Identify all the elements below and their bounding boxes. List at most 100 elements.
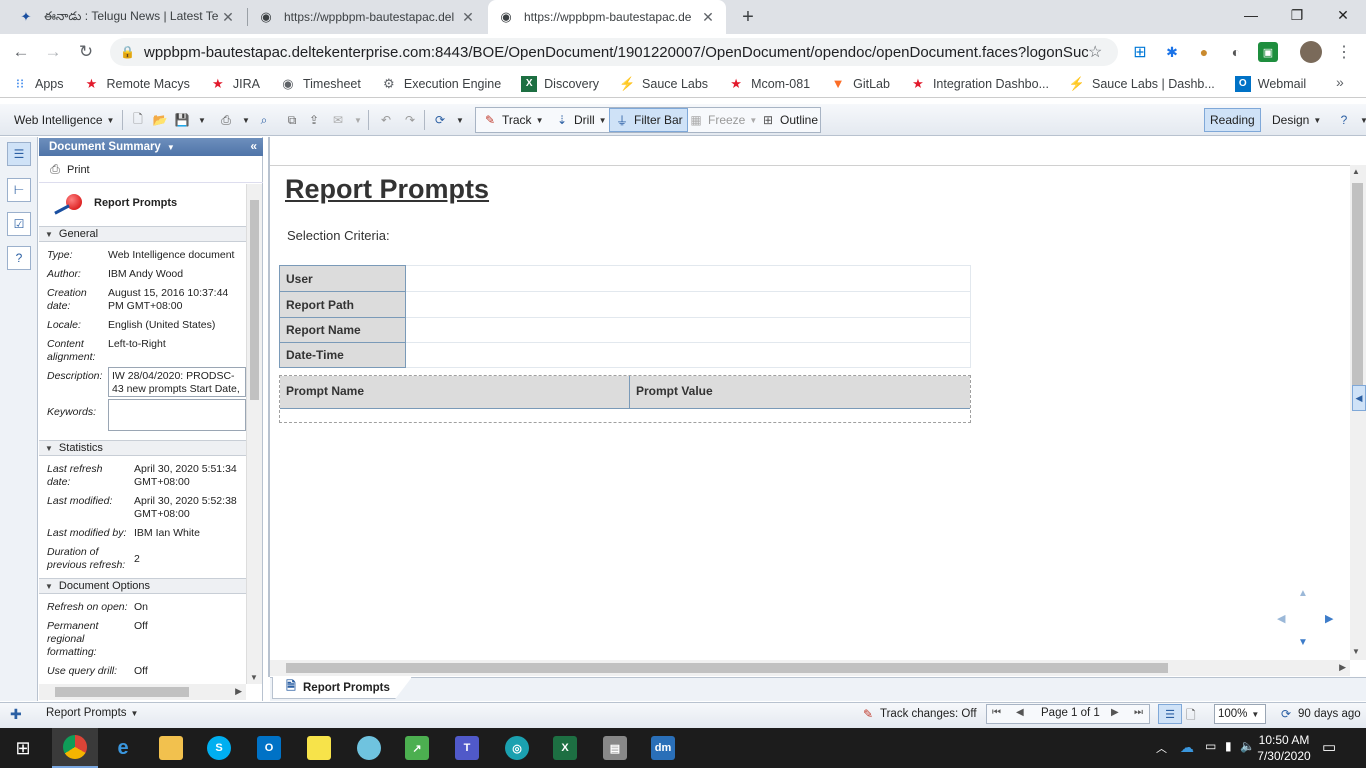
taskbar-excel[interactable]: X	[542, 728, 588, 768]
circle-extension-icon[interactable]: ◐	[1226, 42, 1246, 62]
bookmark-star-icon[interactable]: ☆	[1088, 42, 1118, 62]
extension-icon[interactable]: ✱	[1162, 42, 1182, 62]
design-mode-button[interactable]: Design ▼	[1268, 108, 1325, 132]
bookmark-sauce-labs[interactable]: ⚡ Sauce Labs	[619, 76, 708, 92]
track-button[interactable]: ✎ Track ▼	[478, 108, 547, 132]
restore-button[interactable]: ❐	[1274, 0, 1320, 30]
report-vertical-scrollbar[interactable]: ▲ ▼	[1350, 165, 1366, 660]
taskbar-app-circle[interactable]	[346, 728, 392, 768]
document-options-section-header[interactable]: ▼ Document Options	[39, 578, 246, 594]
onedrive-cloud-icon[interactable]: ☁	[1180, 739, 1194, 756]
scroll-down-arrow-icon[interactable]: ▼	[1352, 647, 1360, 656]
freeze-button[interactable]: ▦ Freeze ▼	[684, 108, 761, 132]
bookmark-timesheet[interactable]: ◉ Timesheet	[280, 76, 361, 92]
browser-tab-active[interactable]: ◉ https://wppbpm-bautestapac.de ✕	[488, 0, 726, 34]
print-summary-button[interactable]: ⎙ Print	[39, 157, 263, 183]
refresh-button[interactable]: ⟳ ▼	[428, 108, 468, 132]
expand-right-panel-icon[interactable]: ◀	[1352, 385, 1366, 411]
taskbar-date[interactable]: 7/30/2020	[1256, 749, 1312, 763]
panel-vertical-scrollbar[interactable]: ▼	[246, 184, 262, 684]
document-summary-icon[interactable]: ☰	[7, 142, 31, 166]
help-icon[interactable]: ?	[7, 246, 31, 270]
minimize-button[interactable]: —	[1228, 0, 1274, 30]
taskbar-sticky-notes[interactable]	[296, 728, 342, 768]
volume-icon[interactable]: 🔈	[1240, 739, 1255, 753]
bookmark-sauce-labs-dashboard[interactable]: ⚡ Sauce Labs | Dashb...	[1069, 76, 1215, 92]
redo-button[interactable]: ↷	[398, 108, 426, 132]
taskbar-outlook[interactable]: O	[246, 728, 292, 768]
report-tab-report-prompts[interactable]: 🗎 Report Prompts	[272, 677, 412, 699]
taskbar-time[interactable]: 10:50 AM	[1256, 733, 1312, 747]
find-button[interactable]: ⌕	[252, 108, 280, 132]
taskbar-app-teal[interactable]: ◎	[494, 728, 540, 768]
statistics-section-header[interactable]: ▼ Statistics	[39, 440, 246, 456]
bookmark-execution-engine[interactable]: ⚙ Execution Engine	[381, 76, 501, 92]
tray-chevron-up-icon[interactable]: ︿	[1156, 740, 1167, 756]
scrollbar-thumb[interactable]	[1352, 183, 1363, 405]
bookmark-remote-macys[interactable]: ★ Remote Macys	[84, 76, 190, 92]
scrollbar-thumb[interactable]	[55, 687, 189, 697]
track-changes-status[interactable]: ✎ Track changes: Off	[860, 706, 977, 722]
close-tab-icon[interactable]: ✕	[700, 9, 716, 26]
email-button[interactable]: ✉ ▼	[326, 108, 366, 132]
keywords-field[interactable]	[108, 399, 246, 431]
zoom-select[interactable]: 100% ▼	[1214, 704, 1266, 724]
panel-header[interactable]: Document Summary ▼ «	[39, 138, 263, 156]
next-page-icon[interactable]: ▶	[1111, 707, 1119, 718]
scroll-up-arrow-icon[interactable]: ▲	[1352, 167, 1360, 176]
puzzle-icon[interactable]: ✚	[10, 706, 22, 723]
quick-display-mode-icon[interactable]: ☰	[1158, 704, 1182, 724]
page-nav-down-icon[interactable]: ▼	[1298, 637, 1308, 648]
taskbar-dm-app[interactable]: dm	[640, 728, 686, 768]
save-button[interactable]: 💾 ▼	[170, 108, 210, 132]
page-nav-left-icon[interactable]: ◀	[1277, 612, 1285, 625]
previous-page-icon[interactable]: ◀	[1016, 707, 1024, 718]
bookmark-jira[interactable]: ★ JIRA	[210, 76, 260, 92]
bookmark-gitlab[interactable]: ▼ GitLab	[830, 76, 890, 92]
page-nav-right-icon[interactable]: ▶	[1325, 612, 1333, 625]
reload-icon[interactable]: ↻	[73, 40, 99, 64]
taskbar-network-app[interactable]: ▤	[592, 728, 638, 768]
menu-kebab-icon[interactable]: ⋮	[1334, 42, 1354, 62]
web-intelligence-menu[interactable]: Web Intelligence ▼	[10, 108, 118, 132]
navigation-map-icon[interactable]: ⊢	[7, 178, 31, 202]
cookie-icon[interactable]: ●	[1194, 42, 1214, 62]
outline-button[interactable]: ⊞ Outline	[756, 108, 822, 132]
taskbar-file-explorer[interactable]	[148, 728, 194, 768]
start-button[interactable]: ⊞	[0, 728, 46, 768]
scroll-right-arrow-icon[interactable]: ▶	[235, 686, 242, 697]
avatar[interactable]	[1300, 41, 1322, 63]
taskbar-chrome[interactable]	[52, 728, 98, 768]
scroll-right-arrow-icon[interactable]: ▶	[1339, 662, 1346, 673]
bookmark-integration-dashboard[interactable]: ★ Integration Dashbo...	[910, 76, 1049, 92]
network-icon[interactable]: ▮	[1225, 739, 1232, 753]
first-page-icon[interactable]: ⏮	[992, 707, 1001, 718]
scroll-down-arrow-icon[interactable]: ▼	[250, 673, 258, 682]
back-arrow-icon[interactable]: ←	[8, 40, 34, 64]
notification-icon[interactable]: ▭	[1322, 738, 1336, 756]
description-field[interactable]: IW 28/04/2020: PRODSC-43 new prompts Sta…	[108, 367, 246, 397]
bookmark-webmail[interactable]: O Webmail	[1234, 75, 1306, 92]
sheets-extension-icon[interactable]: ▣	[1258, 42, 1278, 62]
print-button[interactable]: ⎙ ▼	[214, 108, 254, 132]
general-section-header[interactable]: ▼ General	[39, 226, 246, 242]
page-mode-icon[interactable]: 🗋	[1186, 706, 1196, 727]
scrollbar-thumb[interactable]	[250, 200, 259, 400]
bookmark-mcom[interactable]: ★ Mcom-081	[728, 76, 810, 92]
new-tab-button[interactable]: +	[736, 4, 760, 30]
address-bar[interactable]: 🔒 wppbpm-bautestapac.deltekenterprise.co…	[110, 38, 1118, 66]
forward-arrow-icon[interactable]: →	[40, 40, 66, 64]
windows-extension-icon[interactable]: ⊞	[1130, 42, 1150, 62]
last-page-icon[interactable]: ⏭	[1134, 707, 1143, 718]
drill-button[interactable]: ⇣ Drill ▼	[550, 108, 611, 132]
panel-horizontal-scrollbar[interactable]: ▶	[39, 684, 246, 700]
taskbar-teams[interactable]: T	[444, 728, 490, 768]
close-tab-icon[interactable]: ✕	[220, 9, 236, 26]
bookmark-apps[interactable]: ⁝⁝ Apps	[12, 76, 64, 92]
bookmark-discovery[interactable]: X Discovery	[521, 75, 599, 92]
report-horizontal-scrollbar[interactable]: ▶	[270, 660, 1350, 676]
close-window-button[interactable]: ✕	[1320, 0, 1366, 30]
filter-bar-button[interactable]: ⏚ Filter Bar	[609, 108, 688, 132]
taskbar-chart-app[interactable]: ↗	[394, 728, 440, 768]
help-button[interactable]: ? ▼	[1332, 108, 1366, 132]
